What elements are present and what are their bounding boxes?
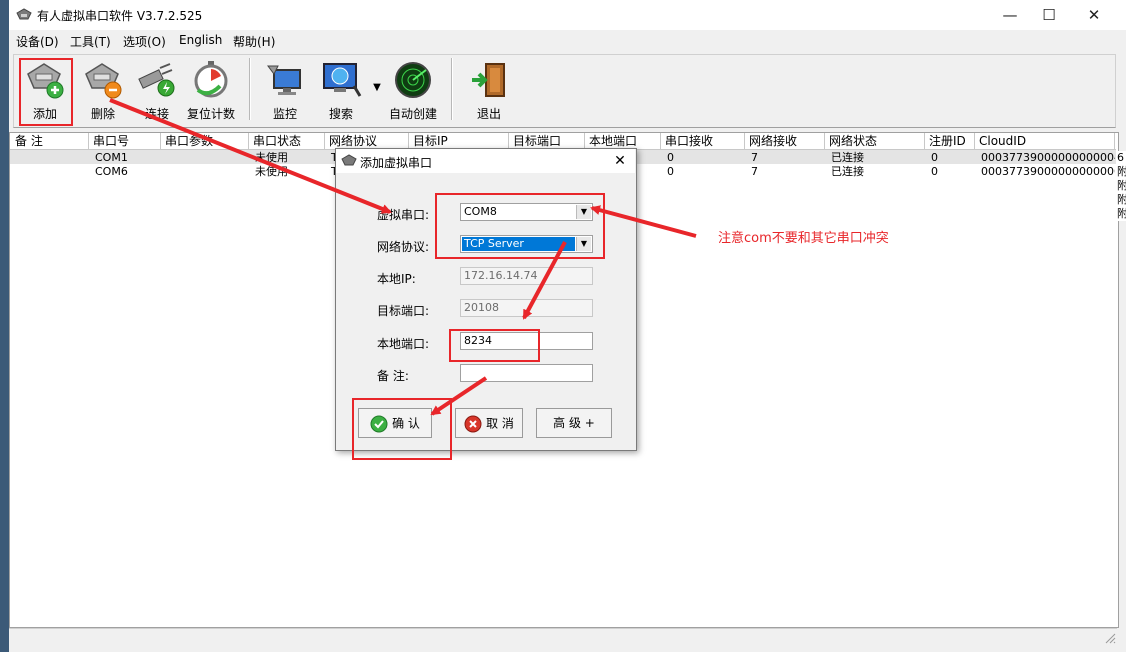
arrow-note-to-port [590,205,697,238]
arrow-to-ok [430,376,488,416]
annotation-note: 注意com不要和其它串口冲突 [718,231,889,246]
annotation-arrows [109,98,697,416]
arrow-to-local-port [522,241,567,320]
arrow-to-virtual-port [109,98,392,214]
